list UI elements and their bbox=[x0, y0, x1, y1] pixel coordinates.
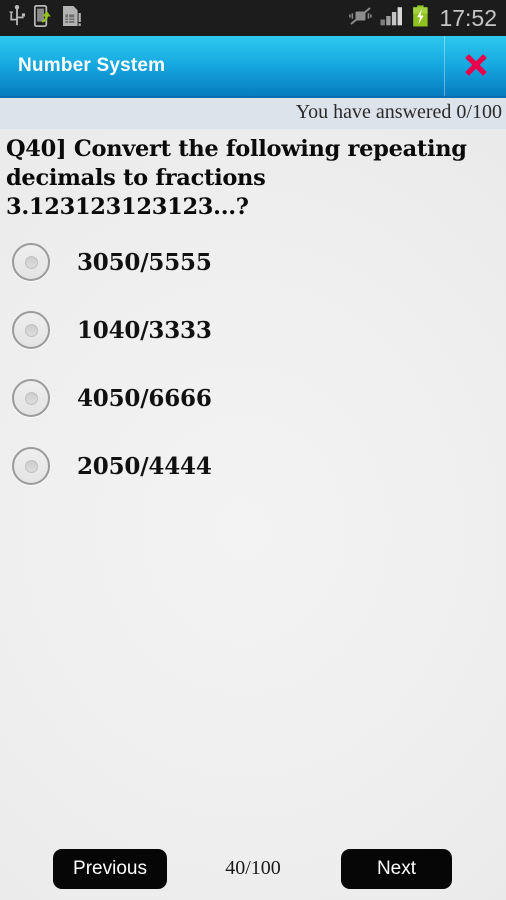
radio-inner-dot bbox=[24, 459, 38, 473]
answer-option-3[interactable]: 4050/6666 bbox=[0, 364, 506, 432]
answer-options-list: 3050/5555 1040/3333 4050/6666 2050/4444 bbox=[0, 228, 506, 500]
signal-bars-icon bbox=[380, 6, 405, 31]
question-text: Q40] Convert the following repeating dec… bbox=[6, 136, 467, 220]
answer-option-2[interactable]: 1040/3333 bbox=[0, 296, 506, 364]
page-title: Number System bbox=[18, 55, 166, 76]
radio-unchecked-icon[interactable] bbox=[12, 379, 50, 417]
status-bar-left-icons bbox=[9, 4, 81, 32]
answer-option-label: 2050/4444 bbox=[77, 452, 212, 480]
vibrate-off-icon bbox=[349, 6, 373, 31]
radio-inner-dot bbox=[24, 255, 38, 269]
radio-inner-dot bbox=[24, 391, 38, 405]
answer-option-label: 3050/5555 bbox=[77, 248, 212, 276]
answer-option-4[interactable]: 2050/4444 bbox=[0, 432, 506, 500]
phone-transfer-icon bbox=[33, 4, 53, 32]
status-bar: 17:52 bbox=[0, 0, 506, 36]
sim-card-alert-icon bbox=[62, 5, 81, 32]
usb-icon bbox=[9, 4, 25, 32]
answered-count-text: You have answered 0/100 bbox=[295, 101, 502, 123]
answered-status-bar: You have answered 0/100 bbox=[0, 98, 506, 129]
close-x-icon bbox=[463, 52, 489, 83]
radio-unchecked-icon[interactable] bbox=[12, 243, 50, 281]
close-button[interactable] bbox=[445, 36, 506, 98]
app-screen: 17:52 Number System You have answered 0/… bbox=[0, 0, 506, 900]
radio-inner-dot bbox=[24, 323, 38, 337]
radio-unchecked-icon[interactable] bbox=[12, 447, 50, 485]
quiz-content-area: Q40] Convert the following repeating dec… bbox=[0, 129, 506, 900]
next-button[interactable]: Next bbox=[341, 849, 452, 889]
answer-option-label: 1040/3333 bbox=[77, 316, 212, 344]
app-title-bar: Number System bbox=[0, 36, 506, 98]
status-bar-right-icons: 17:52 bbox=[349, 4, 497, 32]
radio-unchecked-icon[interactable] bbox=[12, 311, 50, 349]
battery-charging-icon bbox=[412, 4, 429, 32]
navigation-footer: Previous 40/100 Next bbox=[0, 840, 506, 900]
status-bar-clock: 17:52 bbox=[439, 4, 497, 31]
answer-option-label: 4050/6666 bbox=[77, 384, 212, 412]
answer-option-1[interactable]: 3050/5555 bbox=[0, 228, 506, 296]
